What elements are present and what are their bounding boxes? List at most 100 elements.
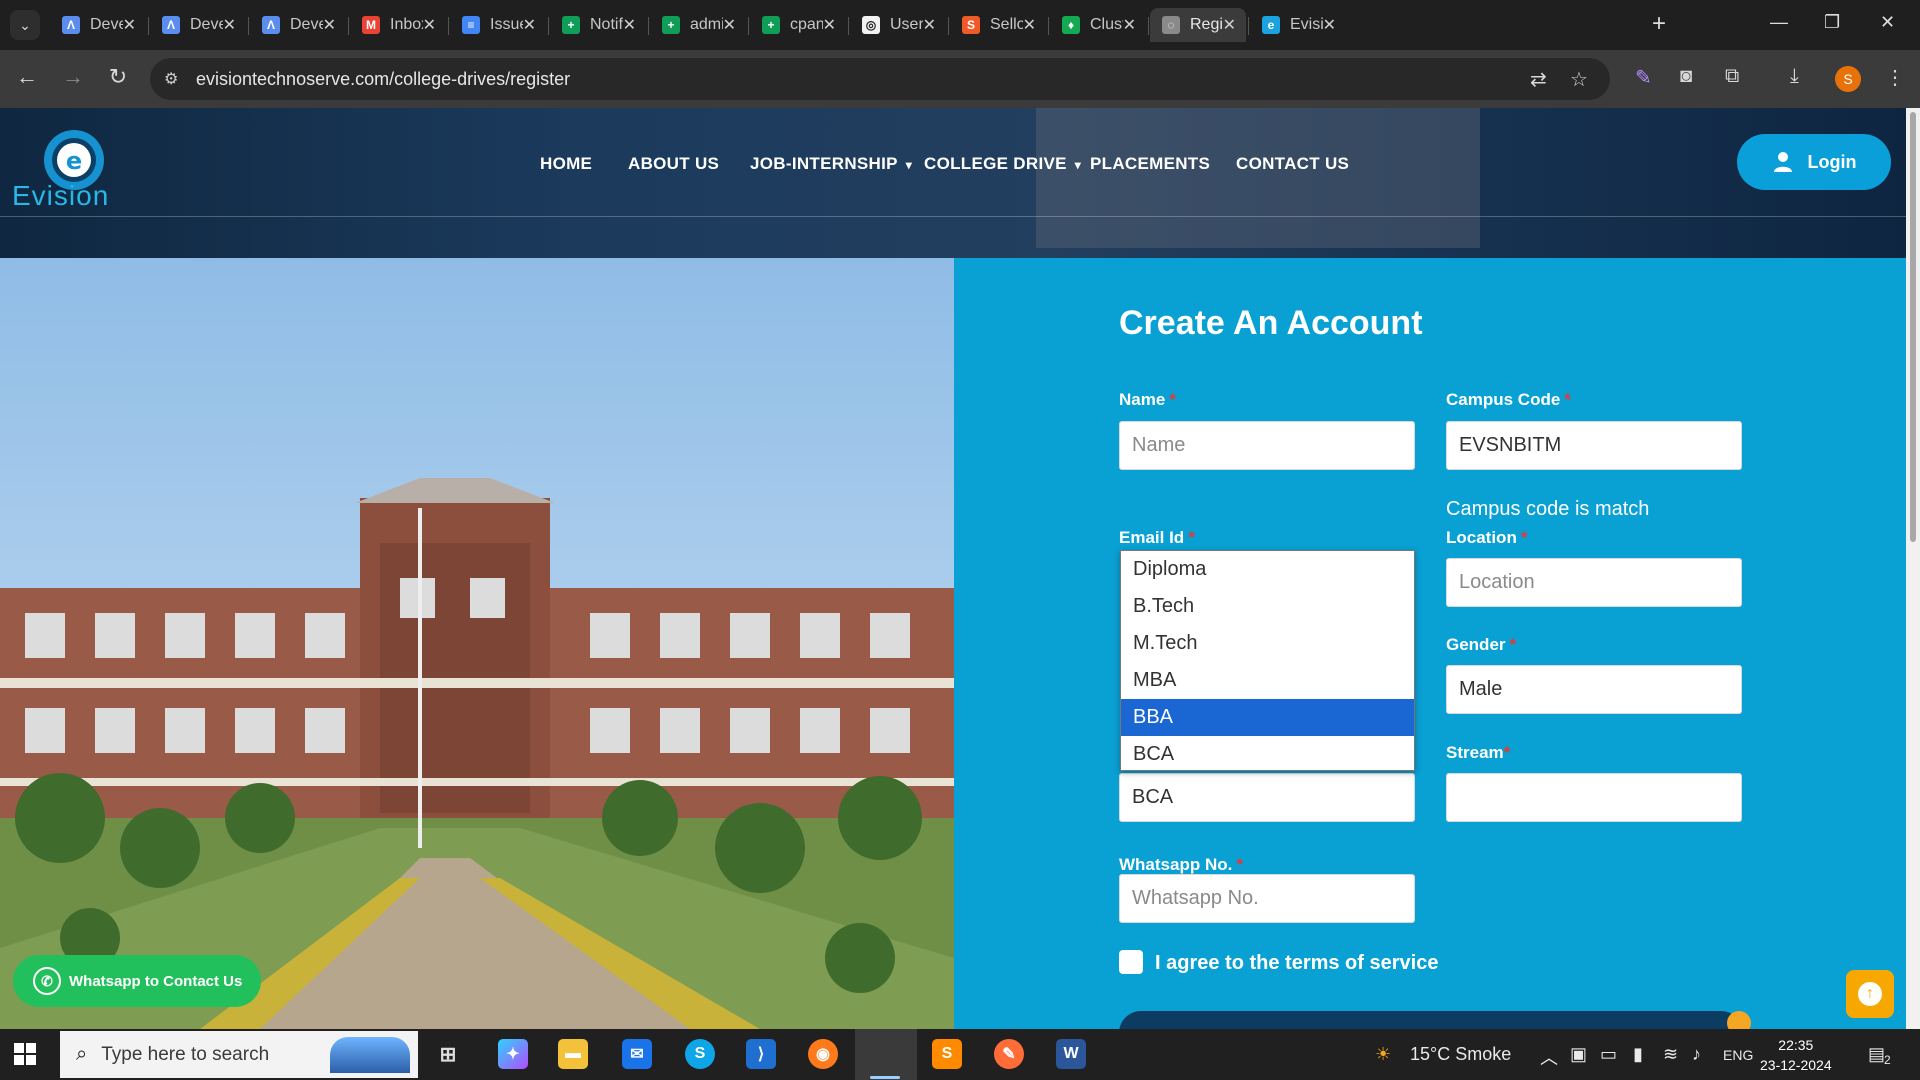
nav-contact-us[interactable]: CONTACT US [1236,154,1349,174]
scrollbar-thumb[interactable] [1910,112,1916,542]
location-input[interactable]: Location [1446,558,1742,607]
tab-separator [748,17,749,35]
nav-home[interactable]: HOME [540,154,592,174]
browser-tab[interactable]: ◎ User ✕ [850,8,946,42]
close-tab-icon[interactable]: ✕ [323,15,336,35]
back-button[interactable]: ← [12,64,42,90]
close-tab-icon[interactable]: ✕ [1123,15,1136,35]
course-option-mtech[interactable]: M.Tech [1121,625,1414,662]
browser-tab[interactable]: ♦ Clust✕ [1050,8,1146,42]
nav-about-us[interactable]: ABOUT US [628,154,719,174]
close-tab-icon[interactable]: ✕ [123,15,136,35]
address-bar[interactable]: ⚙ evisiontechnoserve.com/college-drives/… [150,58,1610,100]
browser-tab[interactable]: ≡ Issue✕ [450,8,546,42]
close-tab-icon[interactable]: ✕ [923,15,936,35]
browser-tab[interactable]: e Evisio✕ [1250,8,1346,42]
close-tab-icon[interactable]: ✕ [1023,15,1036,35]
volume-icon[interactable]: ♪ [1692,1044,1701,1065]
page-scrollbar[interactable] [1906,108,1920,1029]
nav-college-drive[interactable]: COLLEGE DRIVE ▾ [924,154,1081,174]
browser-tab[interactable]: Λ Deve✕ [250,8,346,42]
windows-start-icon[interactable] [14,1043,36,1065]
close-tab-icon[interactable]: ✕ [1223,15,1236,35]
forward-button[interactable]: → [58,64,88,90]
tray-overflow-icon[interactable]: ︿ [1540,1044,1558,1070]
logo-wordmark[interactable]: Evision [12,180,109,212]
meet-now-icon[interactable]: ▣ [1570,1044,1587,1065]
course-select[interactable]: BCA [1119,773,1415,822]
notification-center-icon[interactable]: ▤ [1868,1044,1885,1065]
restore-button[interactable]: ❐ [1824,12,1840,33]
bookmark-star-icon[interactable]: ☆ [1570,67,1588,92]
camera-extension-icon[interactable]: ◙ [1680,65,1692,88]
whatsapp-contact-button[interactable]: ✆ Whatsapp to Contact Us [13,955,261,1007]
login-button[interactable]: Login [1737,134,1891,190]
campus-code-input[interactable]: EVSNBITM [1446,421,1742,470]
browser-tab[interactable]: ◌ Regi ✕ [1150,8,1246,42]
close-tab-icon[interactable]: ✕ [623,15,636,35]
course-option-bca[interactable]: BCA [1121,736,1414,773]
submit-button[interactable] [1119,1011,1751,1029]
translate-icon[interactable]: ⇄ [1530,67,1547,92]
language-indicator[interactable]: ENG [1723,1047,1753,1063]
whatsapp-input[interactable]: Whatsapp No. [1119,874,1415,923]
taskbar-search-box[interactable]: ⌕ Type here to search [60,1031,418,1078]
display-icon[interactable]: ▭ [1600,1044,1617,1065]
caret-down-icon: ▾ [1074,158,1082,172]
close-window-button[interactable]: ✕ [1880,12,1895,33]
profile-avatar[interactable]: S [1835,66,1861,92]
close-tab-icon[interactable]: ✕ [523,15,536,35]
firefox-icon[interactable]: ◉ [808,1039,838,1069]
terms-label[interactable]: I agree to the terms of service [1155,952,1438,975]
course-option-diploma[interactable]: Diploma [1121,551,1414,588]
reload-button[interactable]: ↻ [103,64,133,90]
kebab-menu-icon[interactable]: ⋮ [1885,65,1905,90]
system-clock[interactable]: 22:35 23-12-2024 [1760,1035,1832,1075]
browser-tab[interactable]: S Sello ✕ [950,8,1046,42]
task-view-icon[interactable]: ⊞ [433,1039,463,1069]
browser-tab[interactable]: + cpan ✕ [750,8,846,42]
close-tab-icon[interactable]: ✕ [723,15,736,35]
browser-tab[interactable]: Λ Deve✕ [50,8,146,42]
skype-icon[interactable]: S [685,1039,715,1069]
course-option-bba[interactable]: BBA [1121,699,1414,736]
close-tab-icon[interactable]: ✕ [1323,15,1336,35]
minimize-button[interactable]: — [1770,12,1788,33]
browser-tab[interactable]: Λ Deve✕ [150,8,246,42]
new-tab-button[interactable]: + [1652,12,1666,36]
course-option-mba[interactable]: MBA [1121,662,1414,699]
browser-tab[interactable]: + admi ✕ [650,8,746,42]
tab-search-button[interactable]: ⌄ [10,10,40,40]
sublime-text-icon[interactable]: S [932,1039,962,1069]
name-input[interactable]: Name [1119,421,1415,470]
close-tab-icon[interactable]: ✕ [823,15,836,35]
weather-icon[interactable]: ☀ [1375,1044,1391,1065]
postman-icon[interactable]: ✎ [994,1039,1024,1069]
scroll-to-top-button[interactable]: ↑ [1846,970,1894,1018]
browser-tab[interactable]: + Notif ✕ [550,8,646,42]
extensions-puzzle-icon[interactable]: ⧉ [1725,65,1739,88]
nav-placements[interactable]: PLACEMENTS [1090,154,1210,174]
gender-select[interactable]: Male [1446,665,1742,714]
close-tab-icon[interactable]: ✕ [423,15,436,35]
wifi-icon[interactable]: ≋ [1663,1044,1678,1065]
battery-icon[interactable]: ▮ [1633,1044,1643,1065]
stream-input[interactable] [1446,773,1742,822]
copilot-icon[interactable]: ✦ [498,1039,528,1069]
browser-tab[interactable]: M Inbox✕ [350,8,446,42]
terms-checkbox[interactable] [1119,950,1143,974]
mail-icon[interactable]: ✉ [622,1039,652,1069]
course-option-btech[interactable]: B.Tech [1121,588,1414,625]
close-tab-icon[interactable]: ✕ [223,15,236,35]
weather-text[interactable]: 15°C Smoke [1410,1044,1511,1065]
pen-extension-icon[interactable]: ✎ [1635,65,1652,90]
tab-separator [1148,17,1149,35]
file-explorer-icon[interactable]: ▬ [558,1039,588,1069]
nav-job-internship[interactable]: JOB-INTERNSHIP ▾ [750,154,912,174]
vscode-icon[interactable]: ⟩ [746,1039,776,1069]
download-icon[interactable]: ⤓ [1790,65,1799,88]
url-text[interactable]: evisiontechnoserve.com/college-drives/re… [196,69,570,90]
word-icon[interactable]: W [1056,1039,1086,1069]
site-info-icon[interactable]: ⚙ [164,69,178,89]
page-viewport: e Evision HOME ABOUT US JOB-INTERNSHIP ▾ … [0,108,1906,1029]
